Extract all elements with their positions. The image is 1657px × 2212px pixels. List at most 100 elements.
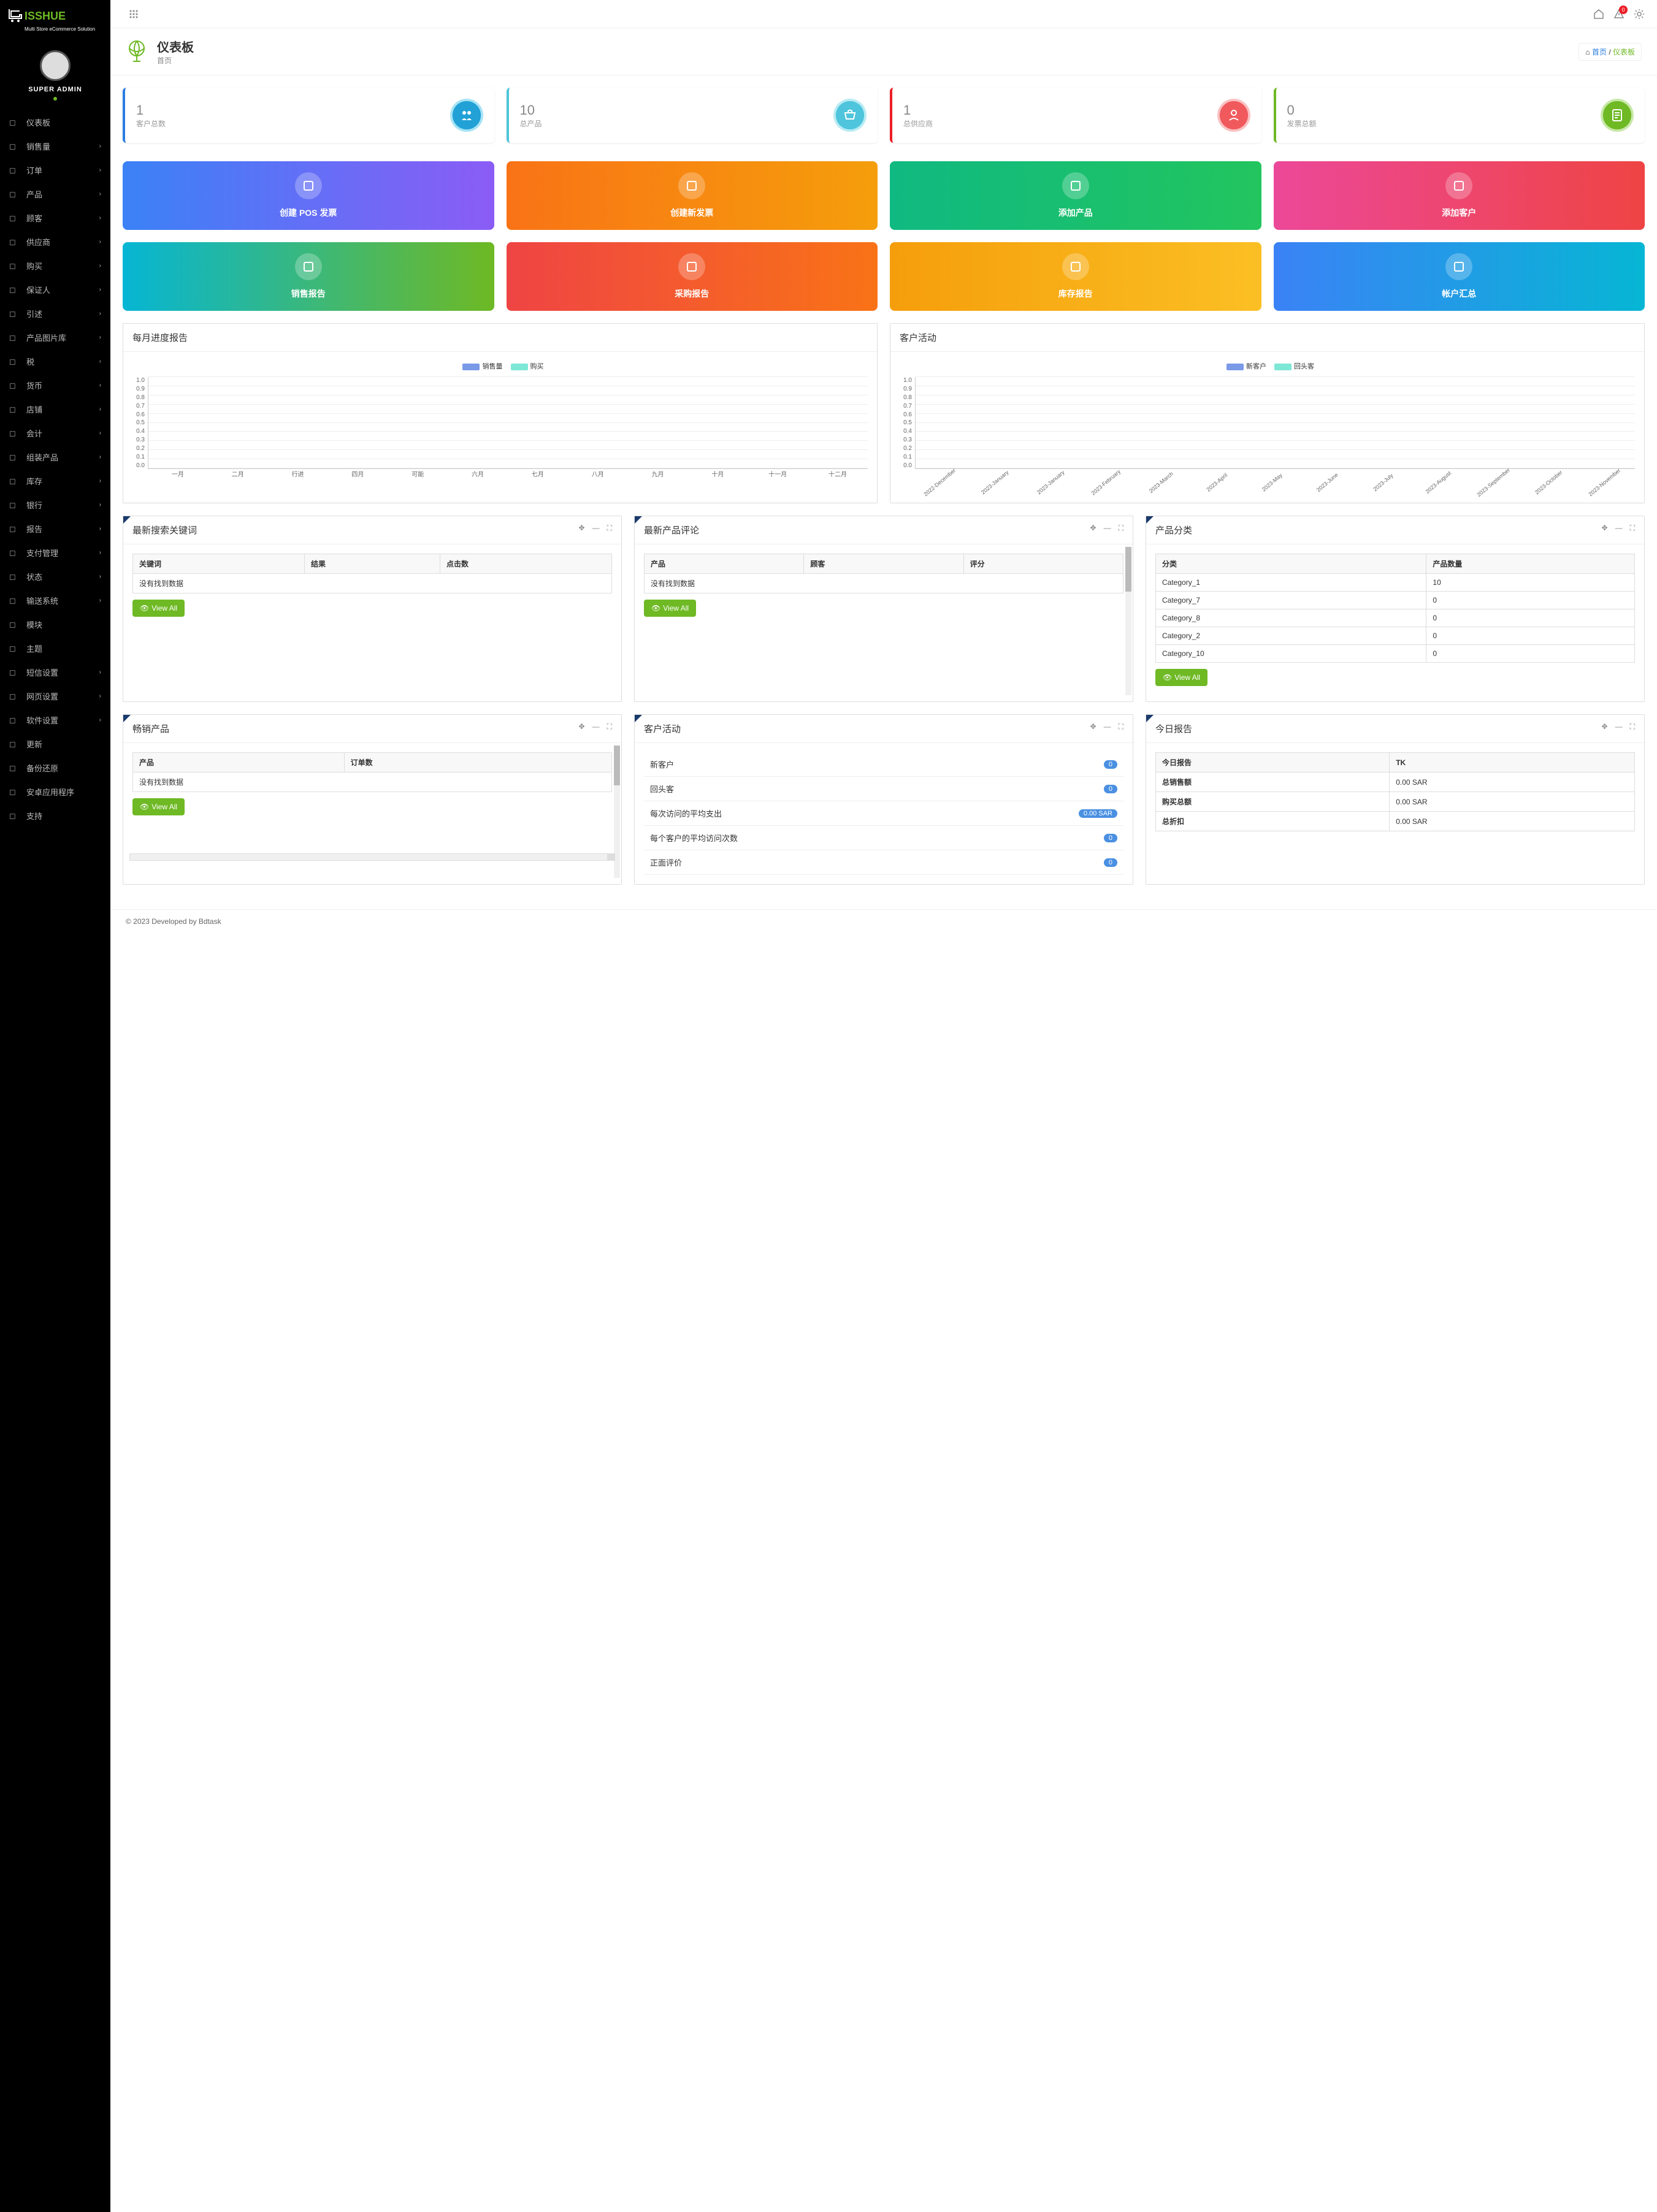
stat-card[interactable]: 1总供应商	[890, 88, 1261, 143]
sidebar-item[interactable]: ◻订单›	[0, 158, 110, 182]
alert-icon[interactable]: 0	[1613, 9, 1624, 20]
nav-label: 输送系统	[26, 595, 58, 606]
sidebar-item[interactable]: ◻状态›	[0, 565, 110, 589]
table-row: 今日报告TK	[1156, 753, 1635, 772]
sidebar-item[interactable]: ◻支持	[0, 804, 110, 828]
nav-icon: ◻	[9, 381, 19, 391]
view-all-button[interactable]: 👁View All	[132, 798, 185, 815]
stat-card[interactable]: 0发票总额	[1274, 88, 1645, 143]
sidebar-item[interactable]: ◻报告›	[0, 517, 110, 541]
view-all-button[interactable]: 👁View All	[1155, 669, 1207, 686]
action-card[interactable]: 销售报告	[123, 242, 494, 311]
action-card[interactable]: 添加客户	[1274, 161, 1645, 230]
nav-label: 安卓应用程序	[26, 786, 74, 798]
panel-title: 产品分类	[1155, 525, 1192, 536]
minimize-icon[interactable]: —	[1104, 722, 1111, 731]
sidebar-item[interactable]: ◻组装产品›	[0, 445, 110, 469]
minimize-icon[interactable]: —	[1104, 524, 1111, 533]
panel-title: 最新产品评论	[644, 525, 699, 536]
expand-icon[interactable]: ⛶	[607, 722, 612, 731]
sidebar-item[interactable]: ◻货币›	[0, 373, 110, 397]
scrollbar[interactable]	[1125, 547, 1131, 695]
chevron-right-icon: ›	[99, 669, 101, 676]
nav-label: 短信设置	[26, 666, 58, 678]
sidebar-item[interactable]: ◻产品›	[0, 182, 110, 206]
chevron-right-icon: ›	[99, 167, 101, 174]
sidebar-item[interactable]: ◻引述›	[0, 302, 110, 326]
sidebar-item[interactable]: ◻购买›	[0, 254, 110, 278]
sidebar-item[interactable]: ◻安卓应用程序	[0, 780, 110, 804]
chevron-right-icon: ›	[99, 191, 101, 197]
expand-icon[interactable]: ⛶	[1630, 722, 1635, 731]
globe-icon	[126, 39, 148, 64]
sidebar-item[interactable]: ◻软件设置›	[0, 708, 110, 732]
action-card[interactable]: 添加产品	[890, 161, 1261, 230]
stat-icon	[450, 99, 483, 132]
page-title: 仪表板	[157, 37, 194, 55]
sidebar-item[interactable]: ◻模块	[0, 612, 110, 636]
minimize-icon[interactable]: —	[1615, 722, 1623, 731]
bc-home[interactable]: 首页	[1592, 48, 1607, 56]
nav-label: 购买	[26, 260, 42, 272]
action-card[interactable]: 创建 POS 发票	[123, 161, 494, 230]
move-icon[interactable]: ✥	[1602, 524, 1608, 533]
sidebar-item[interactable]: ◻供应商›	[0, 230, 110, 254]
expand-icon[interactable]: ⛶	[607, 524, 612, 533]
avatar[interactable]	[40, 50, 71, 81]
minimize-icon[interactable]: —	[1615, 524, 1623, 533]
logo[interactable]: ISSHUE Multi Store eCommerce Solution	[0, 0, 110, 38]
sidebar-item[interactable]: ◻产品图片库›	[0, 326, 110, 349]
action-card[interactable]: 采购报告	[507, 242, 878, 311]
apps-icon[interactable]	[129, 9, 139, 19]
action-card[interactable]: 库存报告	[890, 242, 1261, 311]
move-icon[interactable]: ✥	[1090, 524, 1096, 533]
panel-title: 畅销产品	[132, 724, 169, 734]
sidebar-item[interactable]: ◻输送系统›	[0, 589, 110, 612]
expand-icon[interactable]: ⛶	[1119, 524, 1123, 533]
badge: 0	[1104, 858, 1117, 867]
nav-label: 税	[26, 356, 34, 367]
action-icon	[1062, 172, 1089, 199]
move-icon[interactable]: ✥	[1602, 722, 1608, 731]
sidebar-item[interactable]: ◻短信设置›	[0, 660, 110, 684]
chevron-right-icon: ›	[99, 430, 101, 437]
view-all-button[interactable]: 👁View All	[132, 600, 185, 617]
nav-icon: ◻	[9, 715, 19, 725]
sidebar-item[interactable]: ◻保证人›	[0, 278, 110, 302]
table-row: Category_110	[1156, 574, 1635, 592]
chart-legend: 销售量 购买	[132, 361, 868, 371]
panel-title: 客户活动	[890, 324, 1644, 352]
sidebar-item[interactable]: ◻销售量›	[0, 134, 110, 158]
sidebar-item[interactable]: ◻仪表板	[0, 110, 110, 134]
chevron-right-icon: ›	[99, 406, 101, 413]
sidebar-item[interactable]: ◻支付管理›	[0, 541, 110, 565]
nav-icon: ◻	[9, 189, 19, 199]
minimize-icon[interactable]: —	[592, 524, 600, 533]
move-icon[interactable]: ✥	[579, 722, 585, 731]
action-card[interactable]: 创建新发票	[507, 161, 878, 230]
sidebar-item[interactable]: ◻会计›	[0, 421, 110, 445]
home-icon[interactable]	[1593, 9, 1604, 20]
sidebar-item[interactable]: ◻备份还原	[0, 756, 110, 780]
sidebar-item[interactable]: ◻更新	[0, 732, 110, 756]
sidebar-item[interactable]: ◻网页设置›	[0, 684, 110, 708]
sidebar-item[interactable]: ◻银行›	[0, 493, 110, 517]
expand-icon[interactable]: ⛶	[1630, 524, 1635, 533]
view-all-button[interactable]: 👁View All	[644, 600, 696, 617]
action-card[interactable]: 帐户汇总	[1274, 242, 1645, 311]
panel-customer-activity: 客户活动 新客户 回头客 1.00.90.80.70.60.50.40.30.2…	[890, 323, 1645, 503]
move-icon[interactable]: ✥	[579, 524, 585, 533]
expand-icon[interactable]: ⛶	[1119, 722, 1123, 731]
sidebar-item[interactable]: ◻税›	[0, 349, 110, 373]
scrollbar-h[interactable]	[129, 853, 615, 861]
sidebar-item[interactable]: ◻库存›	[0, 469, 110, 493]
sidebar-item[interactable]: ◻顾客›	[0, 206, 110, 230]
sidebar-item[interactable]: ◻主题	[0, 636, 110, 660]
stat-card[interactable]: 10总产品	[507, 88, 878, 143]
move-icon[interactable]: ✥	[1090, 722, 1096, 731]
stat-card[interactable]: 1客户总数	[123, 88, 494, 143]
sidebar-item[interactable]: ◻店铺›	[0, 397, 110, 421]
minimize-icon[interactable]: —	[592, 722, 600, 731]
nav-label: 仪表板	[26, 116, 50, 128]
gear-icon[interactable]	[1634, 9, 1645, 20]
